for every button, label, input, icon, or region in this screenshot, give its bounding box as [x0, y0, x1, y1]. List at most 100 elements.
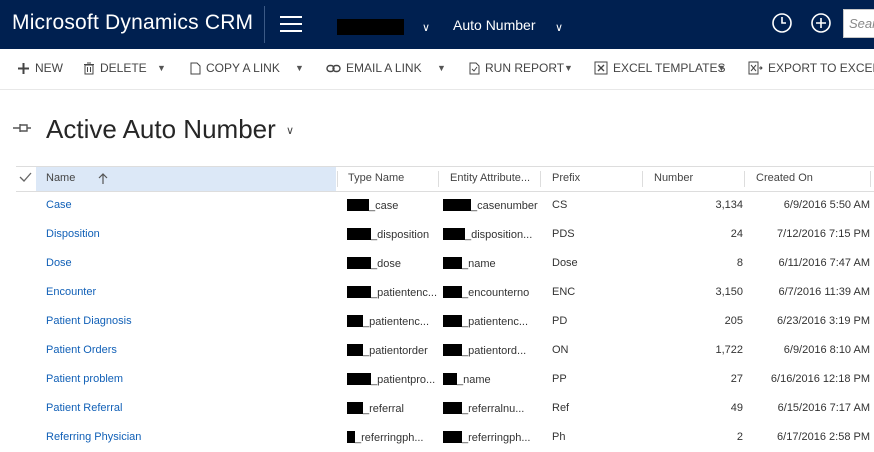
chevron-down-icon[interactable]: ∨ — [555, 21, 563, 34]
select-all-checkmark-icon[interactable] — [19, 171, 32, 183]
redacted-prefix — [443, 286, 462, 298]
redacted-prefix — [347, 402, 363, 414]
recent-history-icon[interactable] — [771, 12, 793, 34]
excel-templates-button[interactable]: EXCEL TEMPLATES — [594, 61, 725, 75]
name-column-header[interactable]: Name — [36, 167, 336, 191]
created-on-cell: 6/17/2016 2:58 PM — [777, 431, 870, 443]
view-title[interactable]: Active Auto Number — [46, 114, 276, 145]
type-name-text: _dose — [371, 258, 401, 270]
view-selector-chevron-icon[interactable]: ∨ — [286, 124, 294, 137]
table-row[interactable]: Patient Diagnosis _patientenc... _patiente… — [16, 307, 874, 336]
create-new-icon[interactable] — [810, 12, 832, 34]
entity-attribute-text: _casenumber — [471, 200, 538, 212]
entity-attribute-text: _patientord... — [462, 345, 527, 357]
delete-button[interactable]: DELETE — [83, 61, 147, 75]
redacted-prefix — [347, 431, 355, 443]
number-cell: 3,134 — [715, 199, 743, 211]
column-divider[interactable] — [540, 171, 541, 187]
type-name-cell: _patientenc... — [347, 315, 437, 328]
entity-attribute-text: _referralnu... — [462, 403, 525, 415]
top-nav-bar: Microsoft Dynamics CRM ∨ Auto Number ∨ S… — [0, 0, 874, 49]
entity-attribute-text: _referringph... — [462, 432, 531, 444]
pin-icon[interactable] — [12, 122, 32, 134]
number-column-header[interactable]: Number — [654, 172, 744, 184]
table-row[interactable]: Dose _dose _name Dose 8 6/11/2016 7:47 AM — [16, 249, 874, 278]
record-name-link[interactable]: Patient Referral — [46, 402, 336, 414]
chevron-down-icon[interactable]: ∨ — [422, 21, 430, 34]
record-name-link[interactable]: Patient Diagnosis — [46, 315, 336, 327]
type-name-cell: _patientpro... — [347, 373, 437, 386]
run-report-dropdown-icon[interactable]: ▼ — [564, 63, 573, 73]
column-divider[interactable] — [642, 171, 643, 187]
new-button[interactable]: NEW — [17, 61, 63, 75]
column-divider[interactable] — [438, 171, 439, 187]
entity-nav-label[interactable]: Auto Number — [453, 17, 535, 33]
record-name-link[interactable]: Patient Orders — [46, 344, 336, 356]
sort-ascending-icon[interactable] — [98, 173, 108, 185]
record-name-link[interactable]: Case — [46, 199, 336, 211]
number-cell: 27 — [730, 373, 743, 385]
type-name-cell: _patientorder — [347, 344, 437, 357]
record-name-link[interactable]: Disposition — [46, 228, 336, 240]
created-on-cell: 6/7/2016 11:39 AM — [778, 286, 870, 298]
copy-link-button[interactable]: COPY A LINK — [190, 61, 280, 75]
type-name-cell: _referringph... — [347, 431, 437, 444]
prefix-cell: PP — [552, 373, 567, 385]
number-cell: 2 — [736, 431, 743, 443]
redacted-prefix — [347, 315, 363, 327]
table-row[interactable]: Disposition _disposition _disposition... PD… — [16, 220, 874, 249]
copy-link-dropdown-icon[interactable]: ▼ — [295, 63, 304, 73]
table-row[interactable]: Encounter _patientenc... _encounterno ENC 3,… — [16, 278, 874, 307]
redacted-prefix — [347, 228, 371, 240]
export-excel-button[interactable]: EXPORT TO EXCEL — [748, 61, 874, 75]
type-name-text: _case — [369, 200, 399, 212]
redacted-prefix — [347, 286, 371, 298]
delete-dropdown-icon[interactable]: ▼ — [157, 63, 166, 73]
redacted-area-name[interactable] — [337, 19, 404, 35]
delete-button-label: DELETE — [100, 61, 147, 75]
email-link-button[interactable]: EMAIL A LINK — [326, 61, 422, 75]
record-name-link[interactable]: Patient problem — [46, 373, 336, 385]
app-brand[interactable]: Microsoft Dynamics CRM — [12, 11, 253, 35]
entity-attribute-text: _disposition... — [465, 229, 533, 241]
type-name-text: _referral — [363, 403, 404, 415]
hamburger-menu-icon[interactable] — [280, 16, 302, 33]
entity-attribute-cell: _name — [443, 373, 539, 386]
table-row[interactable]: Referring Physician _referringph... _refer… — [16, 423, 874, 452]
number-cell: 205 — [724, 315, 743, 327]
type-name-cell: _referral — [347, 402, 437, 415]
column-divider[interactable] — [744, 171, 745, 187]
search-input[interactable]: Search — [843, 9, 874, 38]
prefix-cell: PDS — [552, 228, 575, 240]
created-on-cell: 6/9/2016 8:10 AM — [783, 344, 870, 356]
prefix-column-header[interactable]: Prefix — [552, 172, 642, 184]
entity-attribute-cell: _patientord... — [443, 344, 539, 357]
table-row[interactable]: Patient Referral _referral _referralnu... R… — [16, 394, 874, 423]
created-on-cell: 6/11/2016 7:47 AM — [778, 257, 870, 269]
record-name-link[interactable]: Dose — [46, 257, 336, 269]
type-name-cell: _patientenc... — [347, 286, 437, 299]
redacted-prefix — [443, 228, 465, 240]
type-name-text: _patientorder — [363, 345, 428, 357]
name-header-label: Name — [46, 172, 76, 184]
excel-templates-dropdown-icon[interactable]: ▼ — [717, 63, 726, 73]
run-report-button[interactable]: RUN REPORT — [469, 61, 564, 75]
column-divider[interactable] — [870, 171, 871, 187]
table-row[interactable]: Patient Orders _patientorder _patientord..… — [16, 336, 874, 365]
column-divider[interactable] — [337, 171, 338, 187]
email-link-dropdown-icon[interactable]: ▼ — [437, 63, 446, 73]
redacted-prefix — [347, 257, 371, 269]
redacted-prefix — [443, 257, 462, 269]
redacted-prefix — [347, 344, 363, 356]
type-name-cell: _case — [347, 199, 437, 212]
new-button-label: NEW — [35, 61, 63, 75]
created-on-cell: 6/16/2016 12:18 PM — [770, 373, 870, 385]
entity-attribute-column-header[interactable]: Entity Attribute... — [450, 172, 540, 184]
created-on-column-header[interactable]: Created On — [756, 172, 866, 184]
type-name-column-header[interactable]: Type Name — [348, 172, 438, 184]
table-row[interactable]: Case _case _casenumber CS 3,134 6/9/2016 5:50… — [16, 191, 874, 220]
record-name-link[interactable]: Referring Physician — [46, 431, 336, 443]
redacted-prefix — [443, 344, 462, 356]
table-row[interactable]: Patient problem _patientpro... _name PP 27 6/… — [16, 365, 874, 394]
record-name-link[interactable]: Encounter — [46, 286, 336, 298]
